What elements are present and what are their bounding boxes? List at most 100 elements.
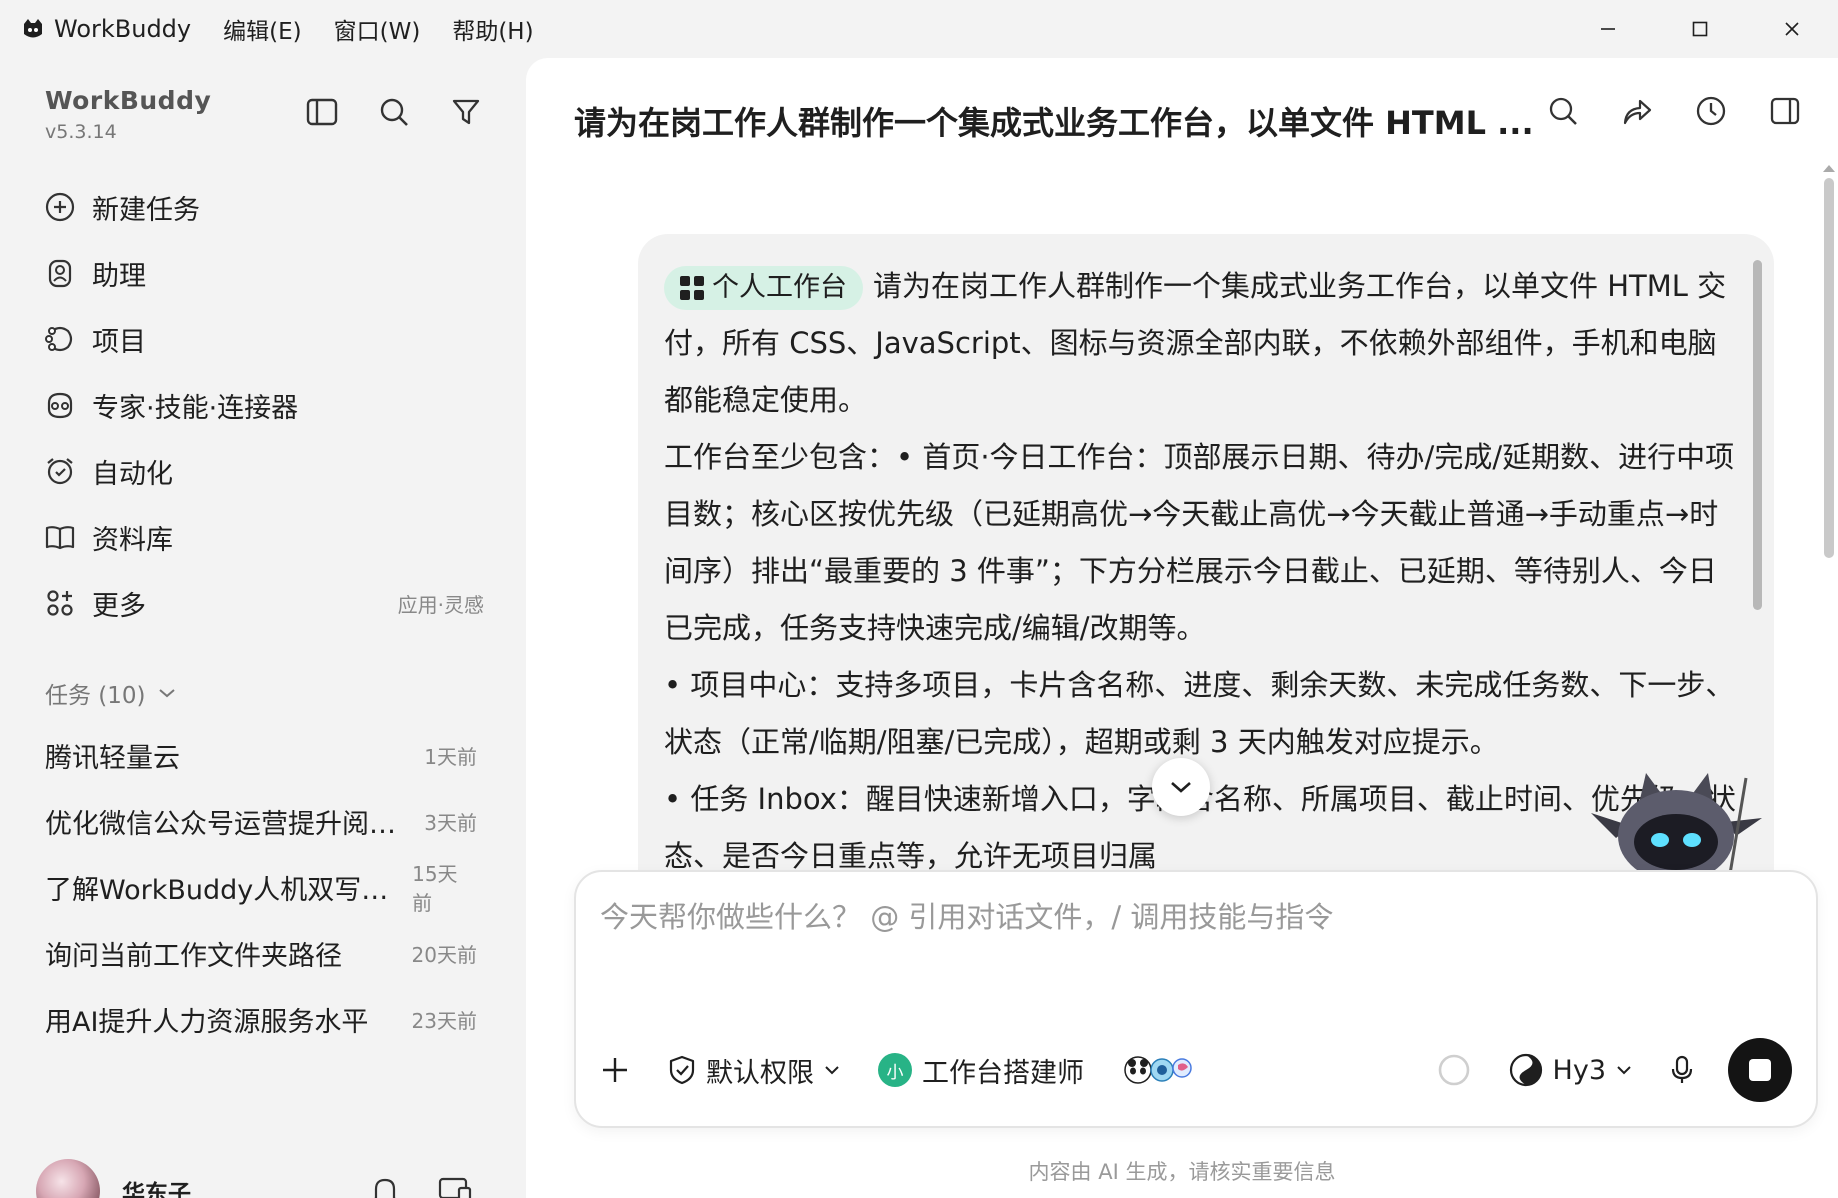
task-time: 3天前 — [424, 810, 477, 835]
nav-label: 助理 — [92, 260, 146, 292]
agent-badge: 小 — [878, 1053, 912, 1087]
tasks-header[interactable]: 任务 (10) — [45, 676, 176, 710]
brand: WorkBuddy v5.3.14 — [45, 86, 211, 143]
message-input[interactable] — [600, 900, 1780, 934]
task-time: 20天前 — [411, 942, 477, 967]
nav-label: 自动化 — [92, 458, 173, 490]
user-profile: 华东子 — [36, 1158, 484, 1198]
ai-disclaimer: 内容由 AI 生成，请核实重要信息 — [1028, 1160, 1336, 1184]
bell-icon[interactable] — [368, 1174, 402, 1198]
workspace-chip[interactable]: 个人工作台 — [664, 266, 863, 310]
chevron-down-icon — [1171, 782, 1191, 793]
message-paragraph: • 项目中心：支持多项目，卡片含名称、进度、剩余天数、未完成任务数、下一步、状态… — [664, 668, 1735, 759]
task-item[interactable]: 用AI提升人力资源服务水平 23天前 — [45, 986, 477, 1052]
share-icon[interactable] — [1620, 94, 1654, 128]
model-logo-icon — [1509, 1053, 1542, 1087]
title-bar: WorkBuddy 编辑(E) 窗口(W) 帮助(H) — [0, 0, 1838, 58]
apps-icon — [42, 585, 78, 621]
menu-help[interactable]: 帮助(H) — [452, 12, 533, 46]
menu-edit[interactable]: 编辑(E) — [223, 12, 301, 46]
version-label: v5.3.14 — [45, 121, 117, 143]
avatar[interactable] — [36, 1159, 100, 1198]
nav-label: 资料库 — [92, 524, 173, 556]
message-scrollbar[interactable] — [1753, 260, 1762, 610]
filter-icon[interactable] — [448, 94, 484, 130]
toggle-sidebar-icon[interactable] — [304, 94, 340, 130]
task-item[interactable]: 了解WorkBuddy人机双写方式 15天前 — [45, 854, 477, 920]
nav-more[interactable]: 更多 应用·灵感 — [42, 570, 484, 636]
maximize-button[interactable] — [1654, 0, 1746, 58]
collaborators-icon[interactable] — [1122, 1053, 1198, 1087]
scroll-up-arrow-icon[interactable] — [1822, 158, 1836, 177]
search-icon[interactable] — [1546, 94, 1580, 128]
nav-label: 项目 — [92, 326, 146, 358]
chevron-down-icon — [158, 684, 176, 703]
book-icon — [42, 519, 78, 555]
permission-dropdown[interactable]: 默认权限 — [668, 1051, 840, 1090]
nav-assistant[interactable]: 助理 — [42, 240, 484, 306]
nav-label: 更多 — [92, 590, 146, 622]
model-selector[interactable]: Hy3 — [1509, 1053, 1632, 1087]
message-paragraph: 工作台至少包含：• 首页·今日工作台：顶部展示日期、待办/完成/延期数、进行中项… — [664, 440, 1735, 645]
stop-button[interactable] — [1728, 1038, 1792, 1102]
task-item[interactable]: 询问当前工作文件夹路径 20天前 — [45, 920, 477, 986]
add-attachment-button[interactable] — [600, 1055, 630, 1085]
close-button[interactable] — [1746, 0, 1838, 58]
nav-automation[interactable]: 自动化 — [42, 438, 484, 504]
expert-icon — [42, 387, 78, 423]
chip-label: 个人工作台 — [712, 272, 847, 303]
progress-ring-icon — [1437, 1053, 1471, 1087]
nav-new-task[interactable]: 新建任务 — [42, 174, 484, 240]
agent-label: 工作台搭建师 — [922, 1057, 1084, 1089]
main-panel: 请为在岗工作人群制作一个集成式业务工作台，以单文件 HTML ... 个人工作台… — [526, 58, 1838, 1198]
task-time: 23天前 — [411, 1008, 477, 1033]
project-icon — [42, 321, 78, 357]
nav-project[interactable]: 项目 — [42, 306, 484, 372]
task-name: 用AI提升人力资源服务水平 — [45, 1006, 369, 1038]
nav-label: 专家·技能·连接器 — [92, 392, 299, 424]
agent-selector[interactable]: 小 工作台搭建师 — [878, 1051, 1084, 1090]
nav-library[interactable]: 资料库 — [42, 504, 484, 570]
task-time: 1天前 — [424, 744, 477, 769]
chevron-down-icon — [825, 1066, 839, 1075]
task-name: 询问当前工作文件夹路径 — [45, 940, 342, 972]
shield-check-icon — [669, 1055, 695, 1085]
task-name: 了解WorkBuddy人机双写方式 — [45, 874, 413, 906]
brand-name: WorkBuddy — [45, 86, 212, 115]
nav-list: 新建任务 助理 项目 专家·技能·连接器 自动化 资料库 更多 应用·灵感 — [42, 174, 484, 636]
task-time: 15天前 — [412, 862, 458, 915]
plus-circle-icon — [42, 189, 78, 225]
search-icon[interactable] — [376, 94, 412, 130]
task-item[interactable]: 优化微信公众号运营提升阅读量 3天前 — [45, 788, 477, 854]
plus-icon — [603, 1058, 627, 1082]
task-name: 优化微信公众号运营提升阅读量 — [45, 808, 415, 840]
devices-icon[interactable] — [438, 1174, 472, 1198]
task-list: 腾讯轻量云 1天前 优化微信公众号运营提升阅读量 3天前 了解WorkBuddy人机… — [45, 722, 477, 1052]
user-name[interactable]: 华东子 — [122, 1174, 191, 1198]
main-scrollbar[interactable] — [1824, 178, 1834, 558]
alarm-clock-icon — [42, 453, 78, 489]
tasks-title: 任务 (10) — [45, 683, 146, 709]
nav-label: 新建任务 — [92, 194, 200, 226]
task-item[interactable]: 腾讯轻量云 1天前 — [45, 722, 477, 788]
sidebar: WorkBuddy v5.3.14 新建任务 助理 项目 专家·技能·连接器 自… — [0, 58, 526, 1198]
history-icon[interactable] — [1694, 94, 1728, 128]
assistant-icon — [42, 255, 78, 291]
minimize-button[interactable] — [1562, 0, 1654, 58]
grid-icon — [680, 276, 704, 300]
conversation-title: 请为在岗工作人群制作一个集成式业务工作台，以单文件 HTML ... — [574, 104, 1534, 142]
composer: 默认权限 小 工作台搭建师 — [574, 870, 1818, 1128]
microphone-button[interactable] — [1670, 1054, 1694, 1086]
nav-more-hint: 应用·灵感 — [397, 592, 484, 617]
nav-experts[interactable]: 专家·技能·连接器 — [42, 372, 484, 438]
task-name: 腾讯轻量云 — [45, 742, 180, 774]
app-logo-icon — [20, 16, 46, 42]
side-panel-icon[interactable] — [1768, 94, 1802, 128]
menu-window[interactable]: 窗口(W) — [334, 12, 421, 46]
chevron-down-icon — [1617, 1066, 1631, 1075]
scroll-down-button[interactable] — [1152, 758, 1210, 816]
model-label: Hy3 — [1552, 1054, 1606, 1086]
microphone-icon — [1671, 1055, 1693, 1083]
permission-label: 默认权限 — [706, 1057, 814, 1089]
stop-icon — [1749, 1059, 1771, 1081]
